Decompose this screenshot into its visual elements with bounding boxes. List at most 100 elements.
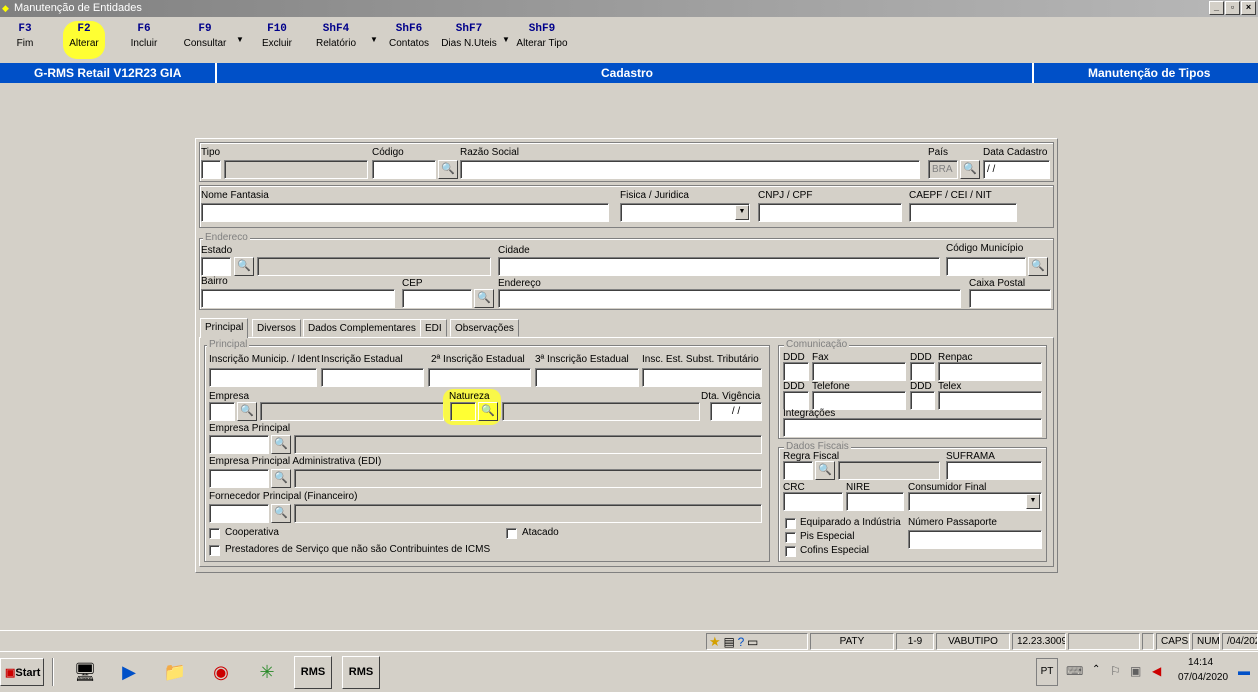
cooperativa-checkbox[interactable] [209, 528, 220, 539]
caepf-input[interactable] [909, 203, 1017, 222]
endereco-input[interactable] [498, 289, 961, 308]
tab-observacoes[interactable]: Observações [450, 319, 519, 337]
consumidor-final-select[interactable] [908, 492, 1042, 511]
tab-edi[interactable]: EDI [420, 319, 447, 337]
insc-estadual-3-input[interactable] [535, 368, 639, 387]
show-desktop-icon[interactable]: ▬ [1238, 664, 1250, 678]
integracoes-input[interactable] [783, 418, 1042, 437]
dropdown-arrow-icon[interactable]: ▼ [370, 35, 378, 44]
start-button[interactable]: ▣Start [0, 658, 44, 686]
cofins-especial-checkbox[interactable] [785, 546, 796, 557]
dta-vigencia-input[interactable]: / / [710, 402, 762, 421]
cep-input[interactable] [402, 289, 472, 308]
minimize-icon[interactable]: _ [1209, 1, 1224, 15]
network-app-icon[interactable]: ✳ [252, 658, 282, 686]
caixa-postal-input[interactable] [969, 289, 1051, 308]
fkey-contatos-button[interactable]: ShF6 Contatos [386, 23, 432, 49]
estado-input[interactable] [201, 257, 231, 276]
chevron-down-icon[interactable]: ▼ [1026, 494, 1040, 509]
tab-dados-complementares[interactable]: Dados Complementares [303, 319, 421, 337]
atacado-checkbox[interactable] [506, 528, 517, 539]
fkey-relatorio-button[interactable]: ShF4 Relatório [314, 23, 358, 49]
passaporte-input[interactable] [908, 530, 1042, 549]
rms-app-button[interactable]: RMS [342, 656, 380, 689]
empresa-input[interactable] [209, 402, 235, 421]
chevron-up-icon[interactable]: ⌃ [1092, 664, 1100, 675]
clipboard-icon[interactable]: ▭ [747, 635, 758, 649]
fax-input[interactable] [812, 362, 906, 381]
binoculars-icon[interactable]: 🔍 [237, 402, 257, 421]
volume-muted-icon[interactable]: ◀ [1152, 664, 1161, 678]
binoculars-icon[interactable]: 🔍 [271, 504, 291, 523]
fkey-fim-button[interactable]: F3 Fim [12, 23, 38, 49]
binoculars-icon[interactable]: 🔍 [271, 435, 291, 454]
suframa-input[interactable] [946, 461, 1042, 480]
binoculars-icon[interactable]: 🔍 [815, 461, 835, 480]
prestadores-checkbox[interactable] [209, 545, 220, 556]
fkey-consultar-button[interactable]: F9 Consultar [180, 23, 230, 49]
binoculars-icon[interactable]: 🔍 [438, 160, 458, 179]
tipo-input[interactable] [201, 160, 221, 179]
restore-icon[interactable]: ▫ [1225, 1, 1240, 15]
insc-subst-input[interactable] [642, 368, 762, 387]
server-manager-icon[interactable]: 🖥 [70, 658, 100, 686]
star-icon[interactable]: ★ [709, 634, 721, 649]
help-icon[interactable]: ? [738, 635, 745, 649]
dropdown-arrow-icon[interactable]: ▼ [502, 35, 510, 44]
fornecedor-principal-input[interactable] [209, 504, 269, 523]
cidade-input[interactable] [498, 257, 940, 276]
codigo-municipio-input[interactable] [946, 257, 1026, 276]
equiparado-checkbox[interactable] [785, 518, 796, 529]
bairro-input[interactable] [201, 289, 395, 308]
fisica-juridica-select[interactable] [620, 203, 750, 222]
fkey-dias-uteis-button[interactable]: ShF7 Dias N.Uteis [440, 23, 498, 49]
network-icon[interactable]: ▣ [1130, 664, 1141, 678]
nome-fantasia-input[interactable] [201, 203, 609, 222]
fkey-excluir-button[interactable]: F10 Excluir [260, 23, 294, 49]
insc-estadual-input[interactable] [321, 368, 424, 387]
fkey-alterar-button[interactable]: F2 Alterar [63, 21, 105, 59]
natureza-input[interactable] [450, 402, 476, 421]
pais-input[interactable]: BRA [928, 160, 958, 179]
pais-label: País [928, 147, 949, 158]
fkey-incluir-button[interactable]: F6 Incluir [128, 23, 160, 49]
pis-especial-checkbox[interactable] [785, 532, 796, 543]
empresa-principal-input[interactable] [209, 435, 269, 454]
binoculars-icon[interactable]: 🔍 [960, 160, 980, 179]
dropdown-arrow-icon[interactable]: ▼ [236, 35, 244, 44]
close-icon[interactable]: × [1241, 1, 1256, 15]
binoculars-icon[interactable]: 🔍 [478, 402, 498, 421]
razao-social-input[interactable] [460, 160, 920, 179]
keyboard-icon[interactable]: ⌨ [1066, 664, 1083, 678]
insc-municipal-input[interactable] [209, 368, 317, 387]
crc-input[interactable] [783, 492, 843, 511]
language-indicator[interactable]: PT [1036, 658, 1058, 686]
tab-principal[interactable]: Principal [200, 318, 249, 338]
folder-icon[interactable]: 📁 [160, 658, 190, 686]
binoculars-icon[interactable]: 🔍 [234, 257, 254, 276]
binoculars-icon[interactable]: 🔍 [1028, 257, 1048, 276]
tab-diversos[interactable]: Diversos [252, 319, 301, 337]
cnpj-input[interactable] [758, 203, 902, 222]
nire-input[interactable] [846, 492, 904, 511]
binoculars-icon[interactable]: 🔍 [271, 469, 291, 488]
binoculars-icon[interactable]: 🔍 [474, 289, 494, 308]
ddd-telex-input[interactable] [910, 391, 935, 410]
fkey-alterar-tipo-button[interactable]: ShF9 Alterar Tipo [514, 23, 570, 49]
data-cadastro-input[interactable]: / / [983, 160, 1050, 179]
renpac-input[interactable] [938, 362, 1042, 381]
telex-input[interactable] [938, 391, 1042, 410]
chevron-down-icon[interactable]: ▼ [735, 205, 749, 220]
ddd-fax-input[interactable] [783, 362, 809, 381]
flag-icon[interactable]: ⚐ [1110, 664, 1121, 678]
document-icon[interactable]: ▤ [723, 635, 734, 649]
prestadores-label: Prestadores de Serviço que não são Contr… [225, 544, 491, 555]
regra-fiscal-input[interactable] [783, 461, 813, 480]
rms-app-button[interactable]: RMS [294, 656, 332, 689]
codigo-input[interactable] [372, 160, 436, 179]
empresa-principal-adm-input[interactable] [209, 469, 269, 488]
ddd-renpac-input[interactable] [910, 362, 935, 381]
powershell-icon[interactable]: ▶ [114, 658, 144, 686]
insc-estadual-2-input[interactable] [428, 368, 531, 387]
chrome-icon[interactable]: ◉ [206, 658, 236, 686]
